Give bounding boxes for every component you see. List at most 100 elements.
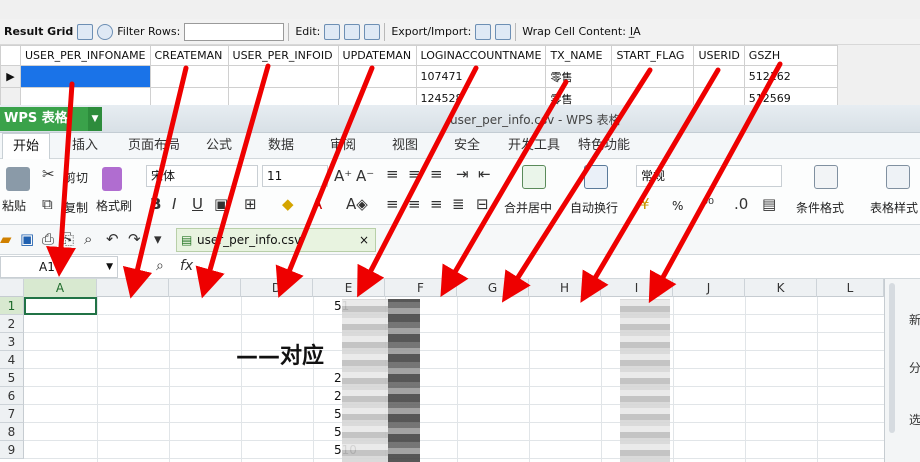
table-cell[interactable]: 107471	[415, 65, 547, 88]
italic-icon[interactable]: I	[172, 195, 176, 213]
column-header-f[interactable]: F	[385, 279, 457, 297]
select-all-corner[interactable]	[0, 279, 24, 297]
tab-special[interactable]: 特色功能	[578, 133, 630, 159]
import-icon[interactable]	[495, 23, 512, 40]
cut-button[interactable]: 剪切	[64, 169, 88, 186]
column-header-c[interactable]: C	[169, 279, 241, 297]
print-preview-icon[interactable]: ⎘	[62, 230, 74, 248]
column-header-g[interactable]: G	[457, 279, 529, 297]
cell-e8[interactable]: 5	[334, 423, 342, 441]
decimal-increase-icon[interactable]: ⁰⁰	[702, 195, 714, 213]
bold-icon[interactable]: B	[150, 195, 161, 213]
column-header[interactable]: USER_PER_INFONAME	[20, 45, 151, 66]
redo-icon[interactable]: ↷	[128, 230, 141, 248]
selected-cell-a1[interactable]	[24, 297, 97, 315]
tab-page-layout[interactable]: 页面布局	[128, 133, 180, 159]
fill-color-icon[interactable]: ◆	[282, 195, 294, 213]
row-header-1[interactable]: 1	[0, 297, 24, 315]
column-header[interactable]: UPDATEMAN	[337, 45, 417, 66]
font-shrink-icon[interactable]: A⁻	[356, 167, 374, 185]
font-group-expand-icon[interactable]: ▣	[214, 195, 228, 213]
row-header-3[interactable]: 3	[0, 333, 24, 351]
scissors-icon[interactable]: ✂	[42, 165, 55, 183]
table-style-button[interactable]: 表格样式	[870, 199, 918, 216]
column-header[interactable]: START_FLAG	[611, 45, 695, 66]
column-header[interactable]: LOGINACCOUNTNAME	[415, 45, 547, 66]
number-format-select[interactable]: 常规	[636, 165, 782, 187]
align-right-icon[interactable]: ≡	[430, 195, 443, 213]
format-painter-icon[interactable]	[102, 167, 122, 191]
table-cell[interactable]: 512162	[743, 65, 839, 88]
document-tab[interactable]: ▤ user_per_info.csv ×	[176, 228, 376, 252]
merge-center-button[interactable]: 合并居中	[504, 199, 552, 216]
table-row[interactable]: ▶ 107471 零售 512162	[0, 65, 839, 88]
table-cell[interactable]	[149, 65, 229, 88]
paste-icon[interactable]	[6, 167, 30, 191]
search-icon[interactable]: ⌕	[84, 230, 92, 248]
chevron-down-icon[interactable]: ▼	[106, 257, 113, 277]
table-cell[interactable]: 零售	[545, 65, 613, 88]
column-header[interactable]: CREATEMAN	[149, 45, 229, 66]
align-left-icon[interactable]: ≡	[386, 195, 399, 213]
refresh-icon[interactable]	[97, 23, 114, 40]
outdent-icon[interactable]: ⇤	[478, 165, 491, 183]
column-header-b[interactable]: B	[97, 279, 169, 297]
close-icon[interactable]: ×	[359, 229, 369, 251]
table-cell[interactable]	[611, 65, 695, 88]
indent-icon[interactable]: ⇥	[456, 165, 469, 183]
column-header-j[interactable]: J	[673, 279, 745, 297]
grid-view-icon[interactable]	[77, 23, 94, 40]
table-cell[interactable]	[227, 65, 339, 88]
wrap-text-icon[interactable]	[584, 165, 608, 189]
column-header[interactable]: USER_PER_INFOID	[227, 45, 339, 66]
wrap-cell-icon[interactable]: I̲A	[630, 25, 641, 38]
zoom-icon[interactable]: ⌕	[156, 258, 164, 274]
decimal-decrease-icon[interactable]: .0	[734, 195, 748, 213]
tab-insert[interactable]: 插入	[72, 133, 98, 159]
column-header-l[interactable]: L	[817, 279, 884, 297]
align-center-icon[interactable]: ≡	[408, 195, 421, 213]
merge-center-icon[interactable]	[522, 165, 546, 189]
column-header-d[interactable]: D	[241, 279, 313, 297]
underline-icon[interactable]: U	[192, 195, 203, 213]
wrap-text-button[interactable]: 自动换行	[570, 199, 618, 216]
borders-icon[interactable]: ⊞	[244, 195, 257, 213]
currency-icon[interactable]: ¥	[640, 195, 650, 213]
distribute-icon[interactable]: ⊟	[476, 195, 489, 213]
row-marker[interactable]: ▶	[0, 65, 21, 88]
align-top-icon[interactable]: ≡	[386, 165, 399, 183]
align-middle-icon[interactable]: ≡	[408, 165, 421, 183]
tab-security[interactable]: 安全	[454, 133, 480, 159]
font-size-select[interactable]: 11	[262, 165, 328, 187]
table-cell[interactable]	[693, 65, 745, 88]
function-button[interactable]: fx	[180, 258, 193, 274]
wps-app-menu-button[interactable]: WPS 表格 ▼	[0, 107, 102, 131]
undo-icon[interactable]: ↶	[106, 230, 119, 248]
name-box[interactable]: A1 ▼	[0, 256, 118, 278]
cell-e7[interactable]: 5	[334, 405, 342, 423]
column-header-i[interactable]: I	[601, 279, 673, 297]
row-header-2[interactable]: 2	[0, 315, 24, 333]
vertical-scrollbar[interactable]	[889, 283, 895, 433]
row-header-7[interactable]: 7	[0, 405, 24, 423]
table-style-icon[interactable]	[886, 165, 910, 189]
align-bottom-icon[interactable]: ≡	[430, 165, 443, 183]
edit-row-icon[interactable]	[324, 23, 341, 40]
clear-format-icon[interactable]: A◈	[346, 195, 368, 213]
cell-e5[interactable]: 2	[334, 369, 342, 387]
row-header-8[interactable]: 8	[0, 423, 24, 441]
column-header-e[interactable]: E	[313, 279, 385, 297]
column-header[interactable]: GSZH	[743, 45, 839, 66]
font-name-select[interactable]: 宋体	[146, 165, 258, 187]
chevron-down-icon[interactable]: ▼	[88, 107, 102, 131]
column-header-a[interactable]: A	[24, 279, 97, 297]
table-cell[interactable]	[20, 65, 151, 88]
tab-review[interactable]: 审阅	[330, 133, 356, 159]
export-icon[interactable]	[475, 23, 492, 40]
delete-row-icon[interactable]	[364, 23, 381, 40]
number-dialog-icon[interactable]: ▤	[762, 195, 776, 213]
copy-icon[interactable]: ⧉	[42, 195, 53, 213]
quickbar-menu-icon[interactable]: ▾	[154, 230, 162, 248]
copy-button[interactable]: 复制	[64, 199, 88, 216]
row-header-6[interactable]: 6	[0, 387, 24, 405]
